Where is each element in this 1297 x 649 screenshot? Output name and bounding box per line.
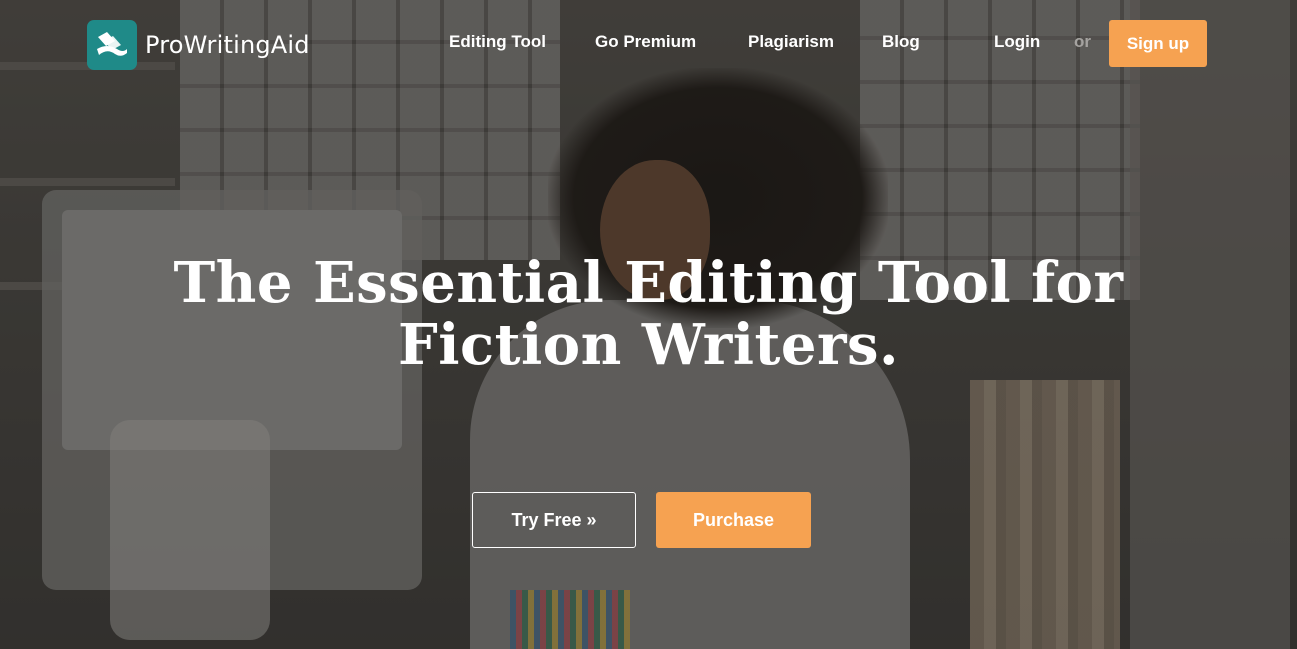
signup-button[interactable]: Sign up bbox=[1109, 20, 1207, 67]
brand-name: ProWritingAid bbox=[145, 31, 310, 59]
hero-headline: The Essential Editing Tool for Fiction W… bbox=[0, 252, 1297, 376]
hero-headline-line-1: The Essential Editing Tool for bbox=[173, 250, 1124, 316]
try-free-button[interactable]: Try Free » bbox=[472, 492, 636, 548]
nav-plagiarism[interactable]: Plagiarism bbox=[748, 32, 834, 52]
nav-editing-tool[interactable]: Editing Tool bbox=[449, 32, 546, 52]
login-link[interactable]: Login bbox=[994, 32, 1040, 52]
hero-section: ProWritingAid Editing Tool Go Premium Pl… bbox=[0, 0, 1297, 649]
brand-logo-link[interactable]: ProWritingAid bbox=[87, 20, 310, 70]
book-pages-icon bbox=[87, 20, 137, 70]
hero-headline-line-2: Fiction Writers. bbox=[397, 312, 899, 378]
nav-go-premium[interactable]: Go Premium bbox=[595, 32, 696, 52]
nav-blog[interactable]: Blog bbox=[882, 32, 920, 52]
site-header: ProWritingAid Editing Tool Go Premium Pl… bbox=[0, 0, 1297, 90]
purchase-button[interactable]: Purchase bbox=[656, 492, 811, 548]
login-or-separator: or bbox=[1074, 32, 1091, 51]
